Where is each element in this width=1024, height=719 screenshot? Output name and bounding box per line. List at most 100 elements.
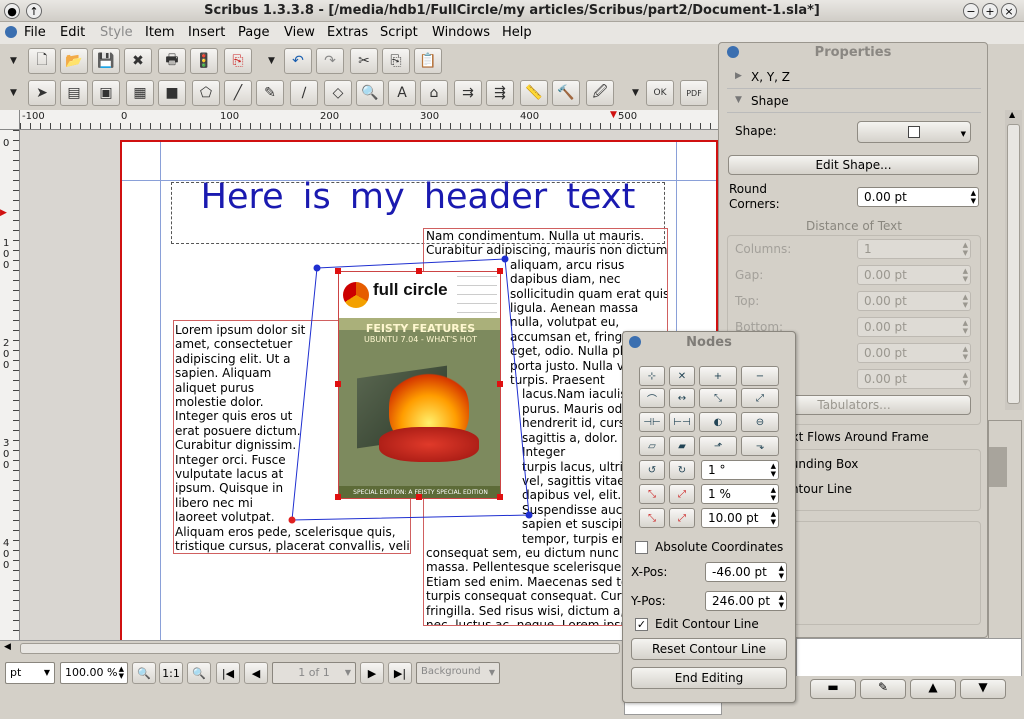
menu-page[interactable]: Page	[238, 25, 269, 40]
scroll-left-icon[interactable]: ◀	[4, 642, 11, 652]
select-arrow-icon[interactable]: ➤	[28, 80, 56, 106]
bottom-field[interactable]: 0.00 pt ▲ ▼	[857, 317, 971, 337]
page-select[interactable]: 1 of 1 ▼	[272, 662, 356, 684]
prev-page-icon[interactable]: ◀	[244, 662, 268, 684]
unit-select[interactable]: pt ▼	[5, 662, 55, 684]
edit-shape-button[interactable]: Edit Shape...	[728, 155, 979, 175]
edit-contour-checkbox[interactable]: ✓	[635, 618, 648, 631]
left-distance-field[interactable]: 0.00 pt ▲ ▼	[857, 343, 971, 363]
menu-item[interactable]: Item	[145, 25, 175, 40]
copy-properties-icon[interactable]: 🔨	[552, 80, 580, 106]
top-field[interactable]: 0.00 pt ▲ ▼	[857, 291, 971, 311]
edit-text-icon[interactable]: A	[388, 80, 416, 106]
properties-scroll-thumb[interactable]	[1007, 124, 1020, 404]
scrollbar-thumb[interactable]	[20, 643, 620, 654]
section-xyz[interactable]: ▶ X, Y, Z	[727, 67, 981, 89]
right-distance-field[interactable]: 0.00 pt ▲ ▼	[857, 369, 971, 389]
bezier-icon[interactable]: ✎	[256, 80, 284, 106]
vertical-ruler[interactable]: 0 1 0 0 2 0 0 3 0 0 4 0 0 ▶	[0, 130, 20, 640]
document-canvas[interactable]: Here is my header text Lorem ipsum dolor…	[20, 130, 720, 640]
menu-insert[interactable]: Insert	[188, 25, 225, 40]
horizontal-ruler[interactable]: -100 0 100 200 300 400 500 ▼	[0, 110, 720, 130]
properties-scrollbar[interactable]: ▲	[1005, 110, 1022, 410]
rotate-cw-icon[interactable]: ↻	[669, 460, 695, 480]
menu-extras[interactable]: Extras	[327, 25, 368, 40]
measure-icon[interactable]: 📏	[520, 80, 548, 106]
columns-field[interactable]: 1 ▲ ▼	[857, 239, 971, 259]
copy-icon[interactable]: ⎘	[382, 48, 410, 74]
layer-select[interactable]: Background ▼	[416, 662, 500, 684]
symmetric-curve-icon[interactable]: ⤢	[741, 388, 779, 408]
polygon-icon[interactable]: ⬠	[192, 80, 220, 106]
link-frames-icon[interactable]: ⇉	[454, 80, 482, 106]
close-icon[interactable]: ×	[1001, 3, 1017, 19]
end-editing-button[interactable]: End Editing	[631, 667, 787, 689]
absolute-coordinates-checkbox[interactable]	[635, 541, 648, 554]
shrink-by-value-icon[interactable]: ⤡	[639, 508, 665, 528]
gap-field[interactable]: 0.00 pt ▲ ▼	[857, 265, 971, 285]
mirror-horizontal-icon[interactable]: ◐	[699, 412, 737, 432]
xpos-field[interactable]: -46.00 pt ▲ ▼	[705, 562, 787, 582]
add-nodes-icon[interactable]: +	[699, 366, 737, 386]
scale-percent-field[interactable]: 1 % ▲ ▼	[701, 484, 779, 504]
close-document-icon[interactable]: ✖	[124, 48, 152, 74]
menu-script[interactable]: Script	[380, 25, 418, 40]
shrink-icon[interactable]: ⤡	[639, 484, 665, 504]
first-page-icon[interactable]: |◀	[216, 662, 240, 684]
move-control-points-icon[interactable]: ✕	[669, 366, 695, 386]
contour-line[interactable]	[20, 130, 720, 640]
zoom-one-to-one-button[interactable]: 1:1	[159, 662, 183, 684]
toolbar-handle-icon-4[interactable]: ▼	[632, 88, 639, 98]
shape-select-button[interactable]: ▼	[857, 121, 971, 143]
redo-icon[interactable]: ↷	[316, 48, 344, 74]
eyedropper-icon[interactable]: 🖉	[586, 80, 614, 106]
table-icon[interactable]: ▦	[126, 80, 154, 106]
save-icon[interactable]: 💾	[92, 48, 120, 74]
line-icon[interactable]: ╱	[224, 80, 252, 106]
freehand-icon[interactable]: ∕	[290, 80, 318, 106]
move-nodes-icon[interactable]: ⊹	[639, 366, 665, 386]
ok-pdf-tool-icon[interactable]: OK	[646, 80, 674, 106]
zoom-out-icon[interactable]: 🔍	[132, 662, 156, 684]
reset-contour-button[interactable]: Reset Contour Line	[631, 638, 787, 660]
zoom-field[interactable]: 100.00 % ▲ ▼	[60, 662, 128, 684]
preflight-traffic-light-icon[interactable]: 🚦	[190, 48, 218, 74]
menu-help[interactable]: Help	[502, 25, 532, 40]
rotate-icon[interactable]: ◇	[324, 80, 352, 106]
next-page-icon[interactable]: ▶	[360, 662, 384, 684]
new-document-icon[interactable]: 🗋	[28, 48, 56, 74]
print-icon[interactable]: 🖶	[158, 48, 186, 74]
round-corners-field[interactable]: 0.00 pt ▲ ▼	[857, 187, 979, 207]
shear-down-icon[interactable]: ⬎	[741, 436, 779, 456]
undo-icon[interactable]: ↶	[284, 48, 312, 74]
rotate-degree-field[interactable]: 1 ° ▲ ▼	[701, 460, 779, 480]
export-pdf-icon[interactable]: ⎘	[224, 48, 252, 74]
last-page-icon[interactable]: ▶|	[388, 662, 412, 684]
cut-icon[interactable]: ✂	[350, 48, 378, 74]
open-folder-icon[interactable]: 📂	[60, 48, 88, 74]
text-frame-icon[interactable]: ▤	[60, 80, 88, 106]
enlarge-icon[interactable]: ⤢	[669, 484, 695, 504]
rotate-ccw-icon[interactable]: ↺	[639, 460, 665, 480]
menu-edit[interactable]: Edit	[60, 25, 85, 40]
delete-nodes-icon[interactable]: −	[741, 366, 779, 386]
toolbar-handle-icon-2[interactable]: ▼	[268, 56, 275, 66]
horizontal-scrollbar[interactable]: ◀	[0, 640, 720, 656]
secondary-button-1[interactable]: ▬	[810, 679, 856, 699]
move-down-icon[interactable]: ▼	[960, 679, 1006, 699]
maximize-icon[interactable]: +	[982, 3, 998, 19]
menu-style[interactable]: Style	[100, 25, 133, 40]
shear-left-icon[interactable]: ▱	[639, 436, 665, 456]
shear-up-icon[interactable]: ⬏	[699, 436, 737, 456]
minimize-icon[interactable]: −	[963, 3, 979, 19]
open-path-icon[interactable]: ⊣⊢	[639, 412, 665, 432]
unlink-frames-icon[interactable]: ⇶	[486, 80, 514, 106]
paste-icon[interactable]: 📋	[414, 48, 442, 74]
mirror-vertical-icon[interactable]: ⊖	[741, 412, 779, 432]
image-frame-icon[interactable]: ▣	[92, 80, 120, 106]
close-path-icon[interactable]: ⊢⊣	[669, 412, 695, 432]
menu-file[interactable]: File	[24, 25, 46, 40]
toolbar-handle-icon-3[interactable]: ▼	[10, 88, 17, 98]
section-shape[interactable]: ▼ Shape	[727, 91, 981, 113]
story-editor-icon[interactable]: ⌂	[420, 80, 448, 106]
